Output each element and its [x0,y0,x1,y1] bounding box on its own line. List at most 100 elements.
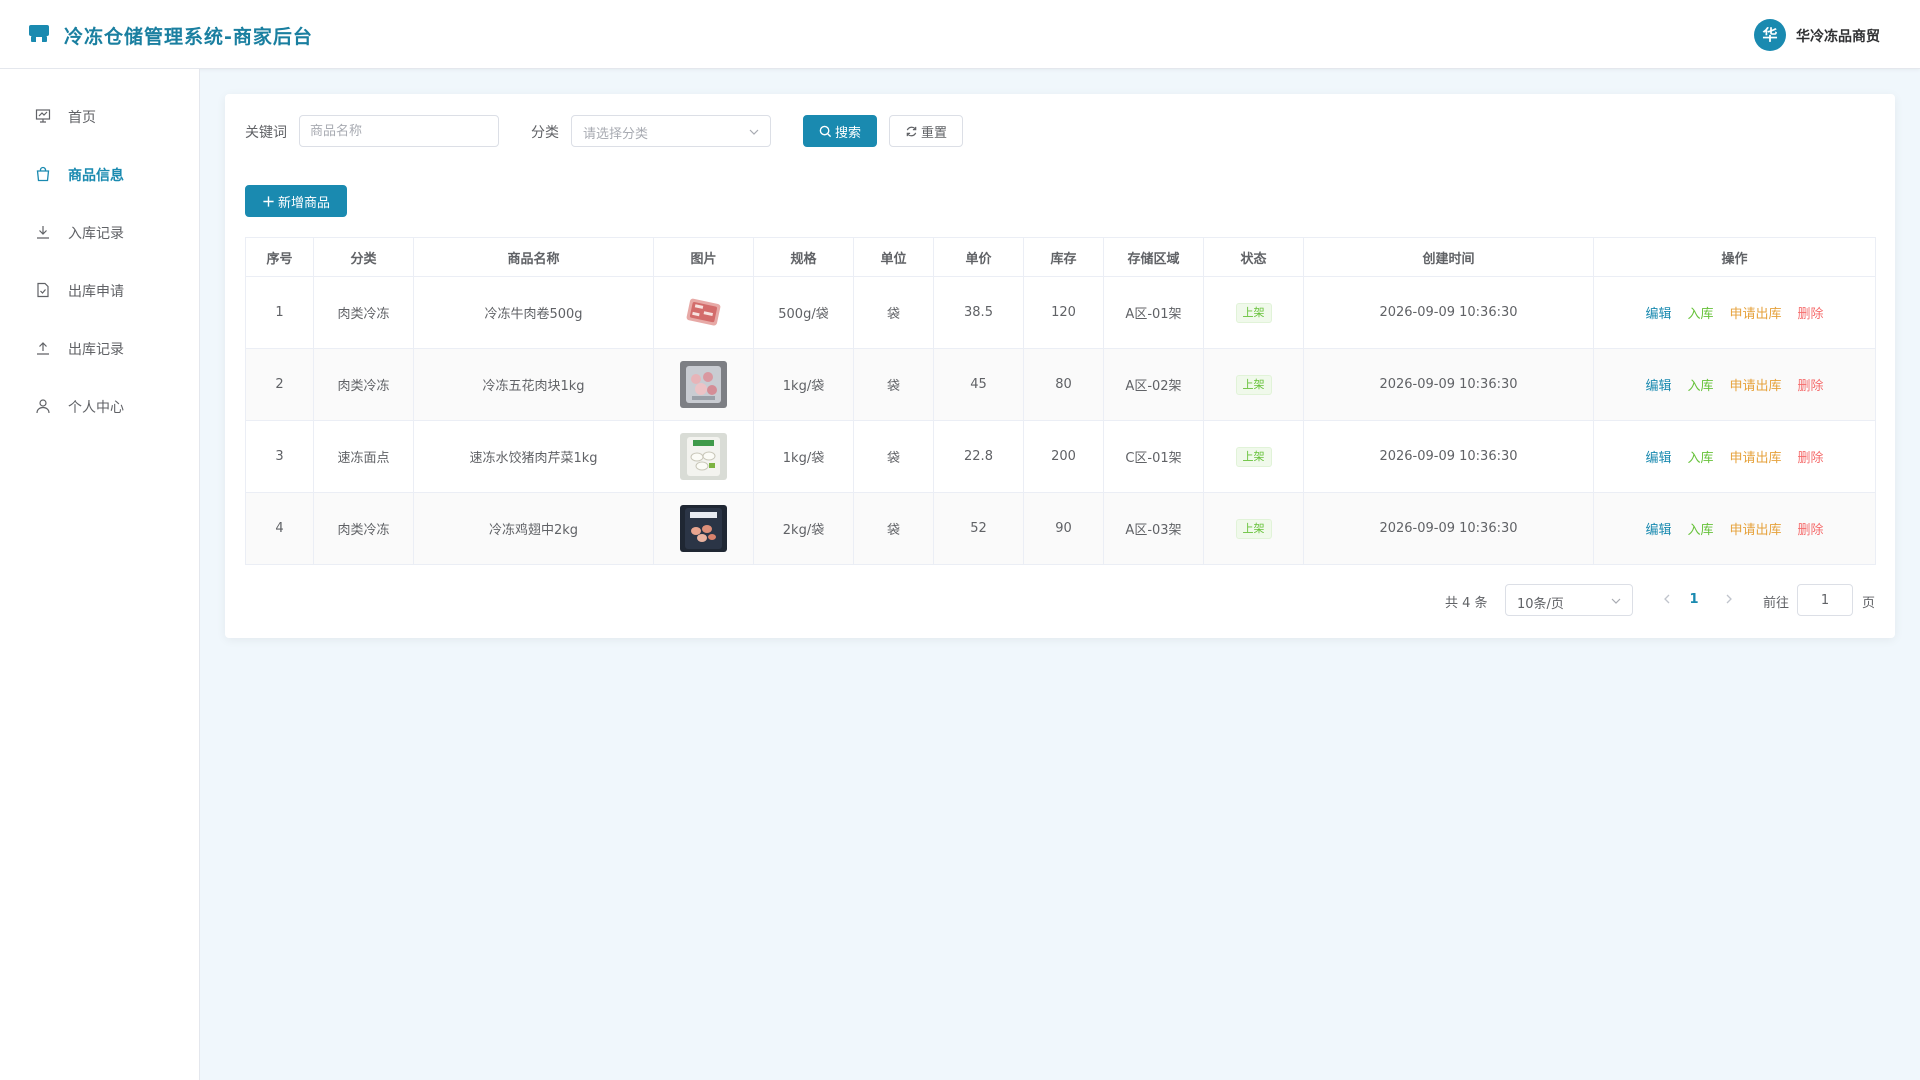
cell-actions: 编辑 入库 申请出库 删除 [1593,420,1876,493]
cell-image [653,348,754,421]
chevron-down-icon [1611,598,1621,604]
delete-button[interactable]: 删除 [1798,451,1824,466]
cell-spec: 2kg/袋 [753,492,854,565]
category-label: 分类 [531,125,559,141]
column-header: 创建时间 [1303,237,1594,277]
cell-status: 上架 [1203,348,1304,421]
table-row: 2 肉类冷冻 冷冻五花肉块1kg 1kg/袋 袋 45 80 A区-02架 上架… [245,348,1876,421]
cell-price: 22.8 [933,420,1024,493]
product-thumbnail-pork-belly[interactable] [680,361,727,408]
edit-button[interactable]: 编辑 [1645,523,1671,538]
cell-unit: 袋 [853,276,934,349]
next-page-icon[interactable] [1722,590,1736,608]
refresh-icon [906,126,917,136]
search-button[interactable]: 搜索 [803,115,877,147]
cell-unit: 袋 [853,492,934,565]
request-outbound-button[interactable]: 申请出库 [1730,379,1782,394]
column-header: 存储区域 [1103,237,1204,277]
product-thumbnail-chicken-wings[interactable] [680,505,727,552]
cell-image [653,492,754,565]
cell-name: 冷冻鸡翅中2kg [413,492,654,565]
cell-zone: C区-01架 [1103,420,1204,493]
download-icon [37,226,49,239]
plus-icon [263,195,274,207]
stock-in-button[interactable]: 入库 [1687,451,1713,466]
cell-status: 上架 [1203,276,1304,349]
page-size-select[interactable]: 10条/页 [1505,584,1633,616]
cell-index: 1 [245,276,314,349]
keyword-input[interactable] [299,115,499,147]
goto-page-input[interactable] [1797,584,1853,616]
sidebar-item-outbound-request[interactable]: 出库申请 [0,266,199,314]
pagination-total: 共 4 条 [1445,596,1488,611]
column-header: 规格 [753,237,854,277]
request-outbound-button[interactable]: 申请出库 [1730,451,1782,466]
delete-button[interactable]: 删除 [1798,523,1824,538]
cell-stock: 90 [1023,492,1104,565]
edit-button[interactable]: 编辑 [1645,307,1671,322]
stock-in-button[interactable]: 入库 [1687,523,1713,538]
add-product-button-label: 新增商品 [277,195,330,211]
reset-button-label: 重置 [920,125,947,141]
merchant-name[interactable]: 华冷冻品商贸 [1796,26,1880,46]
reset-button[interactable]: 重置 [889,115,963,147]
shopping-bag-icon [36,166,50,182]
product-thumbnail-beef-roll[interactable] [680,289,727,336]
category-select-placeholder: 请选择分类 [583,127,649,142]
page-size-value: 10条/页 [1517,597,1564,612]
presentation-board-icon [35,109,51,123]
status-badge: 上架 [1235,446,1272,467]
cell-price: 52 [933,492,1024,565]
cell-spec: 1kg/袋 [753,420,854,493]
table-row: 1 肉类冷冻 冷冻牛肉卷500g 500g/袋 袋 38.5 120 A区-01… [245,276,1876,349]
sidebar-item-profile[interactable]: 个人中心 [0,382,199,430]
sidebar-item-outbound-records[interactable]: 出库记录 [0,324,199,372]
sidebar-item-label: 出库申请 [68,284,124,300]
edit-button[interactable]: 编辑 [1645,379,1671,394]
cell-zone: A区-01架 [1103,276,1204,349]
request-outbound-button[interactable]: 申请出库 [1730,523,1782,538]
column-header: 单位 [853,237,934,277]
sidebar: 首页 商品信息 入库记录 出库申请 出库记录 个人中心 [0,69,200,1080]
cell-status: 上架 [1203,492,1304,565]
page-suffix: 页 [1862,596,1876,611]
cell-image [653,276,754,349]
cell-name: 冷冻牛肉卷500g [413,276,654,349]
cell-actions: 编辑 入库 申请出库 删除 [1593,348,1876,421]
product-thumbnail-dumplings[interactable] [680,433,727,480]
cell-created: 2026-09-09 10:36:30 [1303,348,1594,421]
sidebar-item-products[interactable]: 商品信息 [0,150,199,198]
status-badge: 上架 [1235,374,1272,395]
search-button-label: 搜索 [834,125,861,141]
delete-button[interactable]: 删除 [1798,379,1824,394]
prev-page-icon[interactable] [1660,590,1674,608]
sidebar-item-label: 入库记录 [68,226,124,242]
cell-price: 45 [933,348,1024,421]
table-row: 3 速冻面点 速冻水饺猪肉芹菜1kg 1kg/袋 袋 22.8 200 C区-0… [245,420,1876,493]
store-logo-icon [29,25,49,42]
avatar[interactable]: 华 [1754,19,1786,51]
search-icon [819,125,832,137]
current-page[interactable]: 1 [1687,592,1701,607]
sidebar-item-inbound-records[interactable]: 入库记录 [0,208,199,256]
stock-in-button[interactable]: 入库 [1687,307,1713,322]
status-badge: 上架 [1235,302,1272,323]
column-header: 分类 [313,237,414,277]
add-product-button[interactable]: 新增商品 [245,185,347,217]
delete-button[interactable]: 删除 [1798,307,1824,322]
sidebar-item-label: 首页 [68,110,96,126]
keyword-label: 关键词 [245,125,287,141]
document-check-icon [37,282,49,298]
column-header: 单价 [933,237,1024,277]
sidebar-item-home[interactable]: 首页 [0,92,199,140]
sidebar-item-label: 出库记录 [68,342,124,358]
stock-in-button[interactable]: 入库 [1687,379,1713,394]
request-outbound-button[interactable]: 申请出库 [1730,307,1782,322]
cell-actions: 编辑 入库 申请出库 删除 [1593,276,1876,349]
cell-stock: 80 [1023,348,1104,421]
cell-created: 2026-09-09 10:36:30 [1303,492,1594,565]
edit-button[interactable]: 编辑 [1645,451,1671,466]
upload-icon [37,342,49,355]
category-select[interactable]: 请选择分类 [571,115,771,147]
column-header: 库存 [1023,237,1104,277]
